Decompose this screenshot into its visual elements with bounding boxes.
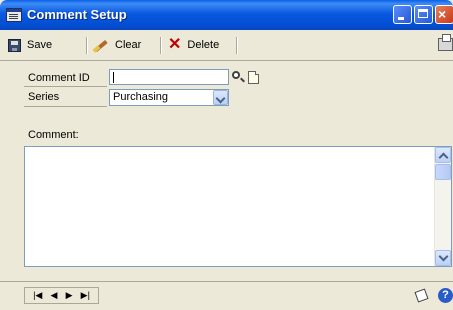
app-icon — [6, 8, 22, 22]
row-divider — [24, 86, 107, 87]
lookup-handle — [240, 77, 245, 83]
help-icon[interactable]: ? — [438, 288, 453, 303]
toolbar-separator — [236, 37, 238, 54]
clear-label: Clear — [115, 39, 142, 51]
save-icon — [8, 38, 21, 52]
note-icon[interactable] — [414, 288, 429, 303]
status-bar: |◀ ◀ ▶ ▶| ? — [0, 281, 453, 310]
row-divider — [24, 106, 107, 107]
title-bar: Comment Setup × — [0, 0, 453, 30]
lookup-lens — [232, 71, 240, 79]
toolbar: Save Clear ✕ Delete — [0, 30, 453, 61]
comment-label: Comment: — [28, 129, 79, 141]
chevron-down-icon[interactable] — [213, 90, 228, 105]
next-record-icon[interactable]: ▶ — [66, 291, 73, 300]
last-record-icon[interactable]: ▶| — [81, 291, 90, 300]
scroll-thumb[interactable] — [435, 164, 451, 180]
comment-id-label: Comment ID — [28, 72, 90, 84]
series-select[interactable]: Purchasing — [109, 89, 229, 106]
lookup-icon[interactable] — [232, 71, 245, 84]
previous-record-icon[interactable]: ◀ — [51, 291, 58, 300]
print-icon[interactable] — [438, 34, 453, 51]
scroll-down-icon[interactable] — [435, 250, 451, 266]
window: Comment Setup × Save Clear ✕ Delete Comm… — [0, 0, 453, 310]
delete-label: Delete — [187, 39, 220, 51]
delete-icon: ✕ — [168, 36, 182, 53]
delete-button[interactable]: ✕ Delete — [168, 37, 219, 53]
toolbar-separator — [86, 37, 88, 54]
series-value: Purchasing — [113, 91, 169, 103]
series-label: Series — [28, 91, 60, 103]
maximize-button[interactable] — [414, 5, 433, 24]
text-cursor — [113, 71, 114, 83]
comment-textarea[interactable] — [24, 146, 452, 267]
toolbar-separator — [160, 37, 162, 54]
window-title: Comment Setup — [27, 7, 127, 22]
clear-icon — [93, 38, 109, 52]
save-label: Save — [27, 39, 53, 51]
close-button[interactable]: × — [435, 5, 453, 24]
record-navigator: |◀ ◀ ▶ ▶| — [24, 287, 99, 304]
first-record-icon[interactable]: |◀ — [33, 291, 42, 300]
minimize-button[interactable] — [393, 5, 412, 24]
clear-button[interactable]: Clear — [93, 37, 141, 53]
new-document-icon[interactable] — [248, 71, 259, 84]
scroll-up-icon[interactable] — [435, 147, 451, 163]
close-icon: × — [438, 6, 447, 22]
comment-id-input[interactable] — [109, 69, 229, 85]
vertical-scrollbar[interactable] — [434, 147, 451, 266]
save-button[interactable]: Save — [8, 37, 52, 53]
